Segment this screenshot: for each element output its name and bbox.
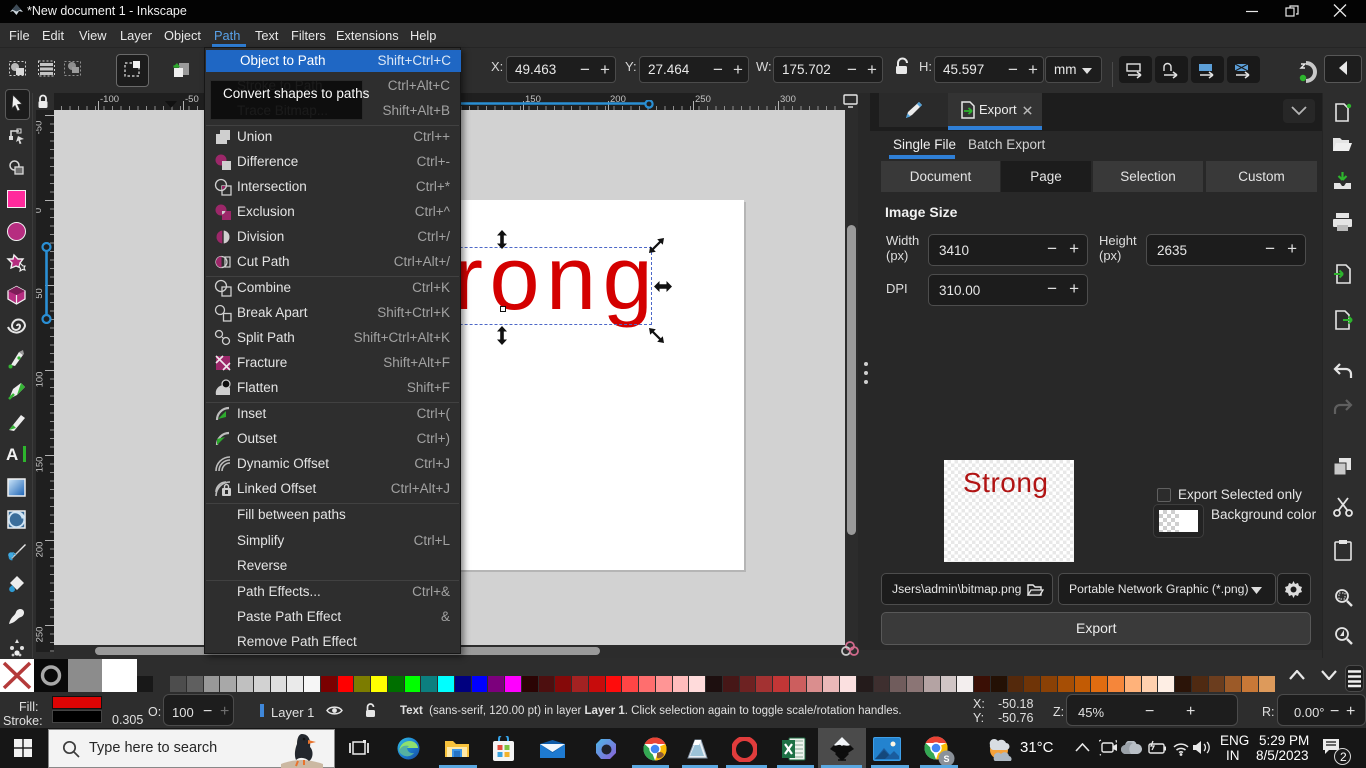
svg-text:S: S [943, 754, 949, 764]
